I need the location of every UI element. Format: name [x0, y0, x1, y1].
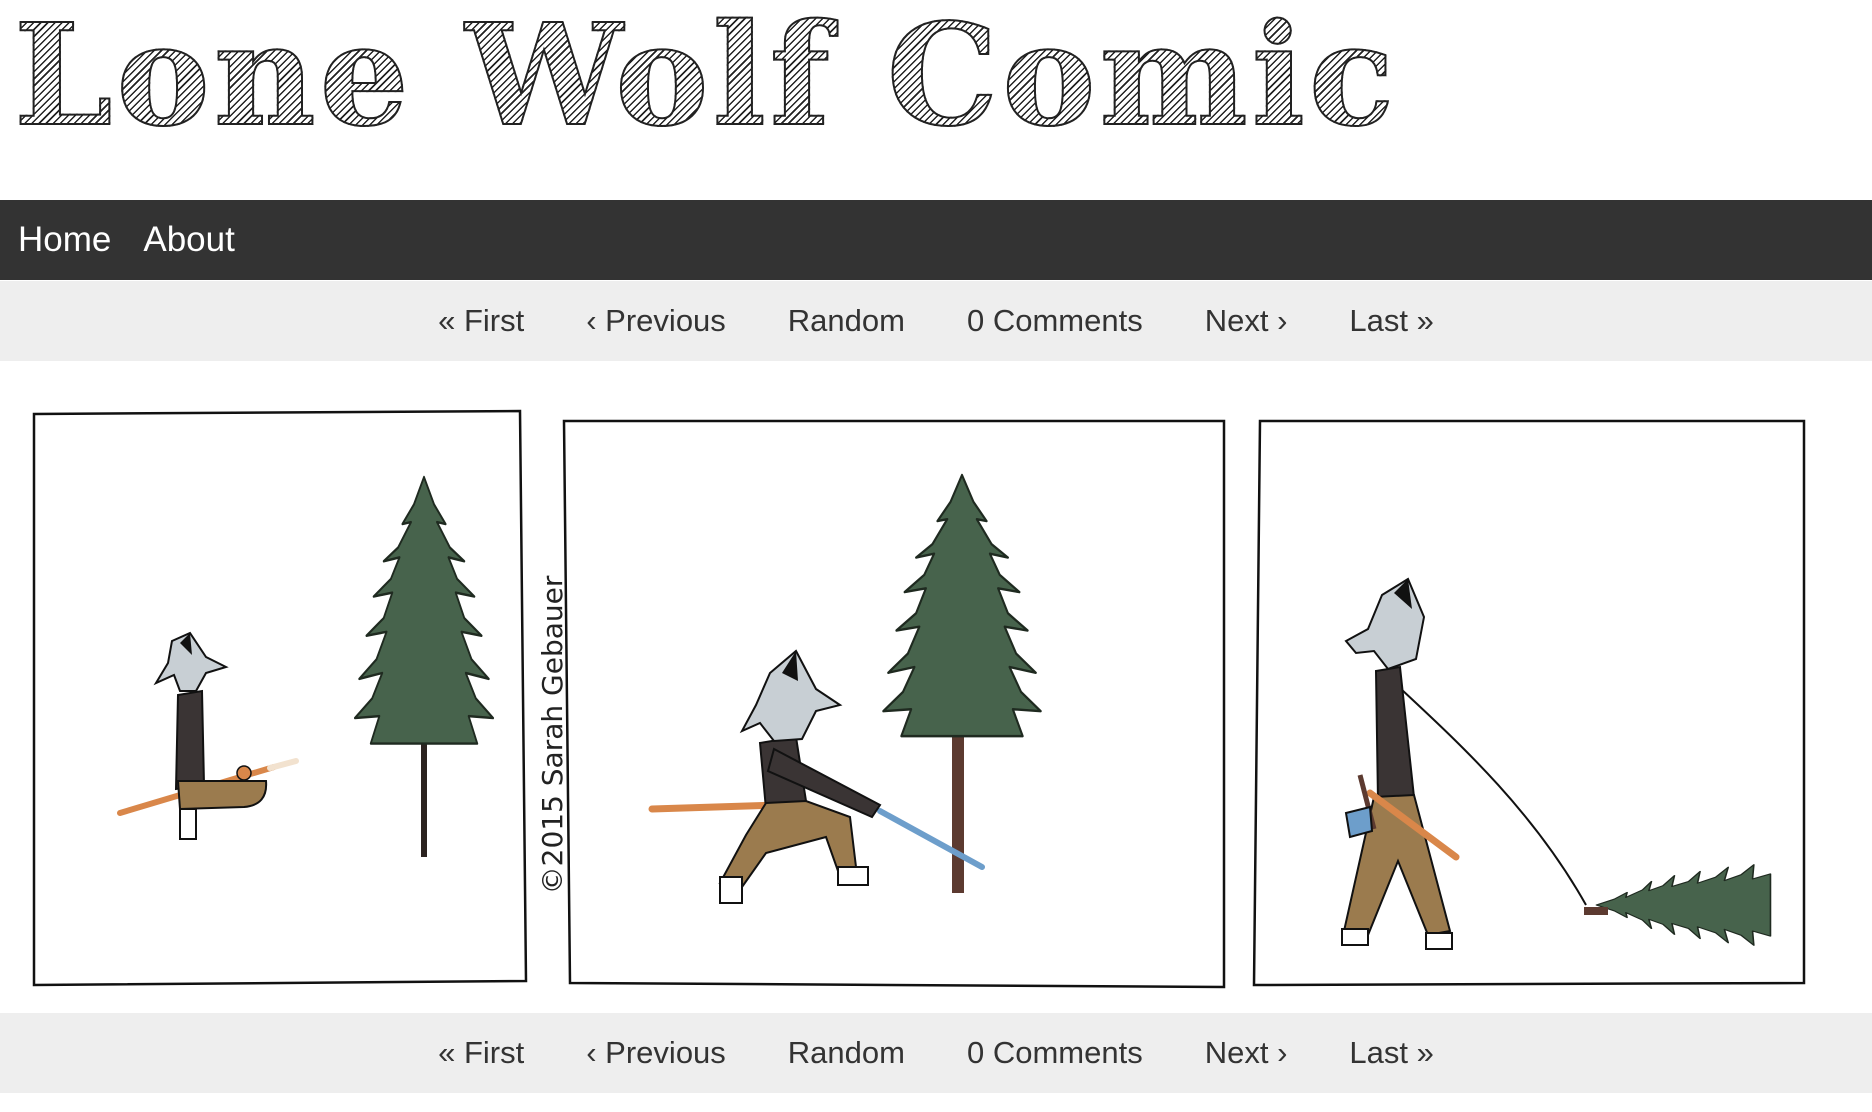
- nav-about-link[interactable]: About: [143, 220, 234, 260]
- previous-comic-link[interactable]: ‹ Previous: [586, 1035, 726, 1071]
- random-comic-link[interactable]: Random: [788, 1035, 905, 1071]
- random-comic-link[interactable]: Random: [788, 303, 905, 339]
- last-comic-link[interactable]: Last »: [1349, 1035, 1433, 1071]
- page: Lone Wolf Comic Home About « First ‹ Pre…: [0, 0, 1872, 1112]
- svg-text:©2015 Sarah Gebauer: ©2015 Sarah Gebauer: [536, 575, 569, 894]
- comments-link[interactable]: 0 Comments: [967, 1035, 1143, 1071]
- comic-image: ©2015 Sarah Gebauer: [32, 409, 1806, 989]
- comments-link[interactable]: 0 Comments: [967, 303, 1143, 339]
- main-nav: Home About: [0, 200, 1872, 280]
- comic-nav-top: « First ‹ Previous Random 0 Comments Nex…: [0, 281, 1872, 361]
- next-comic-link[interactable]: Next ›: [1205, 1035, 1288, 1071]
- first-comic-link[interactable]: « First: [438, 303, 524, 339]
- comic-nav-bottom: « First ‹ Previous Random 0 Comments Nex…: [0, 1013, 1872, 1093]
- comic-strip: ©2015 Sarah Gebauer: [30, 405, 1810, 995]
- site-title[interactable]: Lone Wolf Comic: [13, 5, 1398, 147]
- signature: ©2015 Sarah Gebauer: [536, 575, 569, 894]
- nav-home-link[interactable]: Home: [18, 220, 111, 260]
- comic-panel-1: [32, 409, 528, 987]
- comic-panel-2: [562, 419, 1226, 989]
- last-comic-link[interactable]: Last »: [1349, 303, 1433, 339]
- previous-comic-link[interactable]: ‹ Previous: [586, 303, 726, 339]
- first-comic-link[interactable]: « First: [438, 1035, 524, 1071]
- next-comic-link[interactable]: Next ›: [1205, 303, 1288, 339]
- comic-panel-3: [1252, 419, 1806, 987]
